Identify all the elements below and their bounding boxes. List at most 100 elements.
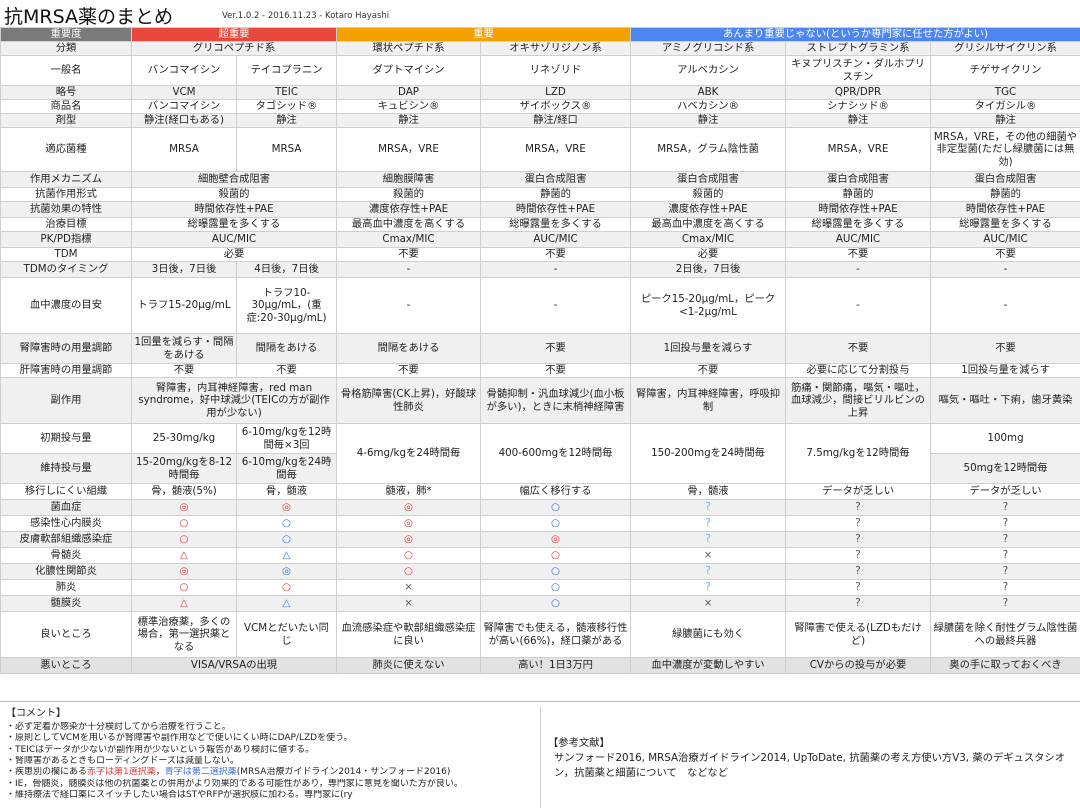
cell: ハベカシン®	[631, 100, 786, 114]
cell: 総曝露量を多くする	[481, 218, 631, 232]
cell: 静菌的	[786, 188, 931, 202]
table-row: 腎障害時の用量調節 1回量を減らす・間隔をあける 間隔をあける 間隔をあける 不…	[1, 334, 1080, 364]
row-label: 副作用	[1, 378, 132, 424]
cell: グリコペプチド系	[132, 42, 337, 56]
row-label: 抗菌作用形式	[1, 188, 132, 202]
table-row: 良いところ 標準治療薬，多くの場合，第一選択薬となる VCMとだいたい同じ 血流…	[1, 612, 1080, 658]
cell: ○	[237, 580, 337, 596]
cell: 不要	[237, 364, 337, 378]
cell: -	[931, 278, 1080, 334]
row-label: 骨髄炎	[1, 548, 132, 564]
cell: 3日後，7日後	[132, 262, 237, 278]
table-row: 骨髄炎 △ △ ○ ○ × ? ?	[1, 548, 1080, 564]
cell: 150-200mgを24時間毎	[631, 424, 786, 484]
cell: 蛋白合成阻害	[481, 172, 631, 188]
cell: ○	[132, 516, 237, 532]
comment-line: ・腎障害があるときもローディングドーズは減量しない。	[6, 756, 536, 767]
table-row: 皮膚軟部組織感染症 ○ ○ ◎ ◎ ? ? ?	[1, 532, 1080, 548]
row-label: 髄膜炎	[1, 596, 132, 612]
cell: ×	[337, 580, 481, 596]
cell: -	[786, 262, 931, 278]
cell: 時間依存性+PAE	[786, 202, 931, 218]
cell: 2日後，7日後	[631, 262, 786, 278]
cell: 肺炎に使えない	[337, 658, 481, 674]
table-row: 血中濃度の目安 トラフ15-20μg/mL トラフ10-30μg/mL，(重症:…	[1, 278, 1080, 334]
cell: 時間依存性+PAE	[931, 202, 1080, 218]
cell: 必要に応じて分割投与	[786, 364, 931, 378]
table-row: 悪いところ VISA/VRSAの出現 肺炎に使えない 高い！1日3万円 血中濃度…	[1, 658, 1080, 674]
table-row: 抗菌効果の特性 時間依存性+PAE 濃度依存性+PAE 時間依存性+PAE 濃度…	[1, 202, 1080, 218]
comment-text: (MRSA治療ガイドライン2014・サンフォード2016)	[237, 767, 451, 777]
cell: ?	[931, 548, 1080, 564]
cell: ◎	[132, 564, 237, 580]
cell: 不要	[786, 248, 931, 262]
cell: ?	[631, 564, 786, 580]
cell: 7.5mg/kgを12時間毎	[786, 424, 931, 484]
cell: △	[132, 548, 237, 564]
table-row: 適応菌種 MRSA MRSA MRSA，VRE MRSA，VRE MRSA，グラ…	[1, 128, 1080, 172]
cell: ×	[337, 596, 481, 612]
cell: ABK	[631, 86, 786, 100]
references-title: 【参考文献】	[548, 736, 1068, 751]
cell: 腎障害でも使える，髄液移行性が高い(66%)，経口薬がある	[481, 612, 631, 658]
row-label: 肺炎	[1, 580, 132, 596]
cell: Cmax/MIC	[631, 232, 786, 248]
cell: ○	[132, 532, 237, 548]
cell: △	[132, 596, 237, 612]
cell: 1回投与量を減らす	[631, 334, 786, 364]
cell: 奥の手に取っておくべき	[931, 658, 1080, 674]
cell: 1回量を減らす・間隔をあける	[132, 334, 237, 364]
cell: 400-600mgを12時間毎	[481, 424, 631, 484]
cell: VISA/VRSAの出現	[132, 658, 337, 674]
cell: MRSA，グラム陰性菌	[631, 128, 786, 172]
table-row: 作用メカニズム 細胞壁合成阻害 細胞膜障害 蛋白合成阻害 蛋白合成阻害 蛋白合成…	[1, 172, 1080, 188]
cell: 腎障害で使える(LZDもだけど)	[786, 612, 931, 658]
footer: 【コメント】 ・必ず定着か感染か十分検討してから治療を行うこと。 ・原則としてV…	[0, 701, 1080, 811]
cell: ◎	[237, 500, 337, 516]
row-label: 商品名	[1, 100, 132, 114]
row-label: PK/PD指標	[1, 232, 132, 248]
table-row: 商品名 バンコマイシン タゴシッド® キュビシン® ザイボックス® ハベカシン®…	[1, 100, 1080, 114]
cell: -	[481, 262, 631, 278]
table-row: 感染性心内膜炎 ○ ○ ◎ ○ ? ? ?	[1, 516, 1080, 532]
cell: シナシッド®	[786, 100, 931, 114]
cell: 静菌的	[481, 188, 631, 202]
table-row: 髄膜炎 △ △ × ○ × ? ?	[1, 596, 1080, 612]
cell: ?	[786, 516, 931, 532]
cell: 緑膿菌を除く耐性グラム陰性菌への最終兵器	[931, 612, 1080, 658]
cell: MRSA	[132, 128, 237, 172]
importance-row: 重要度 超重要 重要 あんまり重要じゃない(というか専門家に任せた方がよい)	[1, 28, 1080, 42]
cell: 腎障害，内耳神経障害，red man syndrome，好中球減少(TEICの方…	[132, 378, 337, 424]
cell: データが乏しい	[931, 484, 1080, 500]
cell: ×	[631, 548, 786, 564]
cell: タイガシル®	[931, 100, 1080, 114]
cell: 血流感染症や軟部組織感染症に良い	[337, 612, 481, 658]
row-label: 分類	[1, 42, 132, 56]
divider	[540, 706, 541, 808]
cell: 高い！1日3万円	[481, 658, 631, 674]
cell: 6-10mg/kgを24時間毎	[237, 454, 337, 484]
page-subtitle: Ver.1.0.2 - 2016.11.23 - Kotaro Hayashi	[222, 11, 389, 21]
cell: 不要	[337, 364, 481, 378]
row-label: 剤型	[1, 114, 132, 128]
cell: ◎	[337, 532, 481, 548]
cell: 25-30mg/kg	[132, 424, 237, 454]
cell: 静注	[931, 114, 1080, 128]
comment-line: ・TEICはデータが少ないが副作用が少ないという報告があり検討に値する。	[6, 745, 536, 756]
row-label: 適応菌種	[1, 128, 132, 172]
cell: 蛋白合成阻害	[931, 172, 1080, 188]
cell: 不要	[931, 334, 1080, 364]
cell: 細胞壁合成阻害	[132, 172, 337, 188]
page-header: 抗MRSA薬のまとめ Ver.1.0.2 - 2016.11.23 - Kota…	[0, 0, 1080, 28]
cell: 濃度依存性+PAE	[337, 202, 481, 218]
cell: トラフ15-20μg/mL	[132, 278, 237, 334]
comment-text: ・疾患別の欄にある	[6, 767, 87, 777]
cell: ◎	[337, 516, 481, 532]
cell: 最高血中濃度を高くする	[631, 218, 786, 232]
table-row: 副作用 腎障害，内耳神経障害，red man syndrome，好中球減少(TE…	[1, 378, 1080, 424]
cell: 静注	[337, 114, 481, 128]
cell: アルベカシン	[631, 56, 786, 86]
cell: テイコプラニン	[237, 56, 337, 86]
table-row: 一般名 バンコマイシン テイコプラニン ダプトマイシン リネゾリド アルベカシン…	[1, 56, 1080, 86]
cell: 不要	[631, 364, 786, 378]
